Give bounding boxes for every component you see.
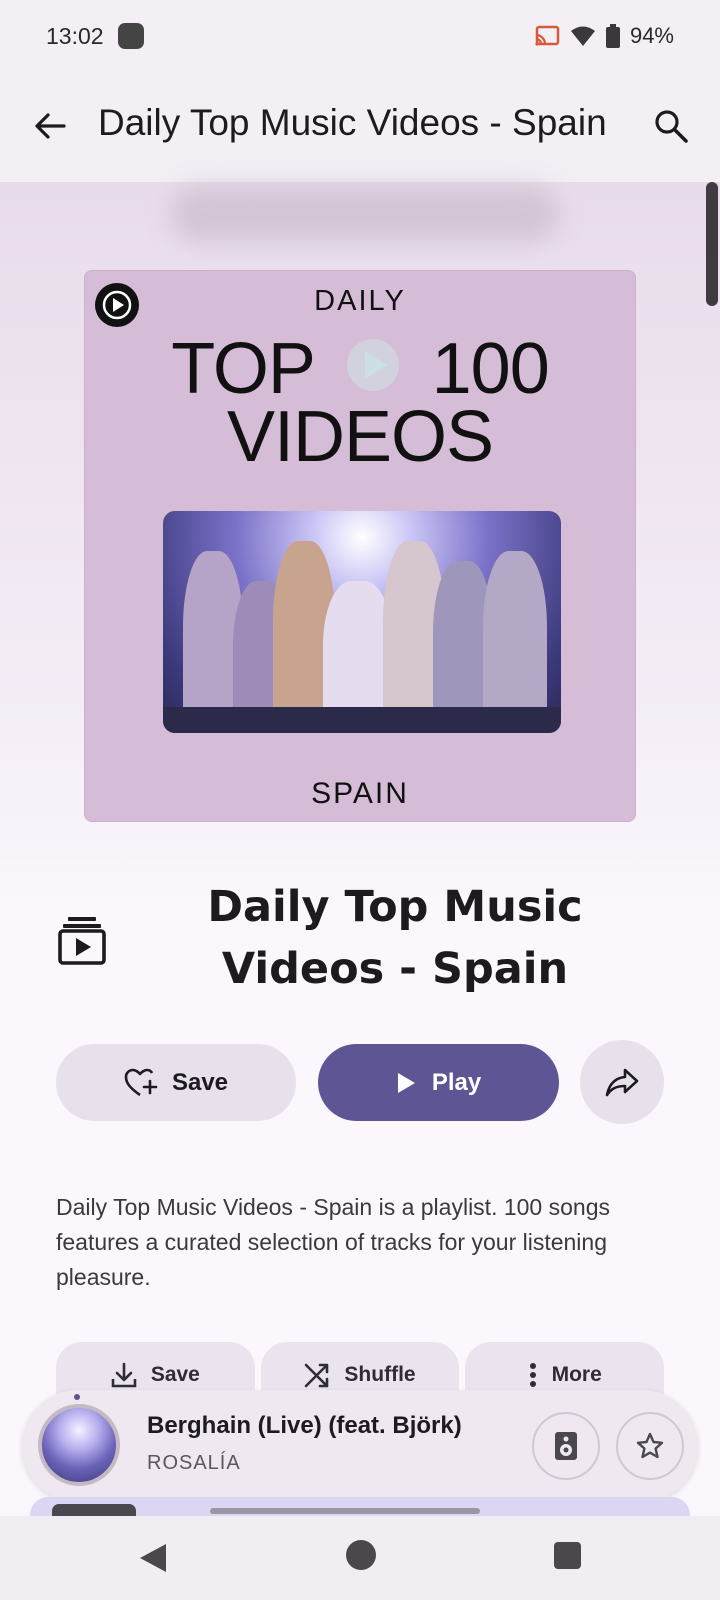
output-device-button[interactable] (532, 1412, 600, 1480)
share-icon (605, 1068, 639, 1097)
shuffle-icon (305, 1363, 329, 1388)
cover-headline-line1: TOP 100 (85, 333, 635, 405)
playlist-description: Daily Top Music Videos - Spain is a play… (56, 1194, 610, 1290)
now-playing-track-title: Berghain (Live) (feat. Björk) (147, 1412, 462, 1439)
nav-home-icon[interactable] (346, 1540, 376, 1570)
cover-play-logo-icon (346, 339, 399, 391)
system-nav-bar (0, 1516, 720, 1600)
playlist-title: Daily Top Music Videos - Spain (207, 882, 583, 994)
playlist-play-icon (58, 917, 106, 965)
status-time: 13:02 (46, 22, 104, 49)
screen-record-icon (117, 23, 144, 49)
heart-add-icon (124, 1068, 158, 1096)
scrollbar-thumb[interactable] (706, 182, 718, 306)
more-vert-icon (529, 1363, 536, 1387)
save-button[interactable]: Save (56, 1044, 296, 1121)
play-button-label: Play (431, 1068, 482, 1096)
progress-indicator-dot (74, 1394, 80, 1400)
bottom-sheet-peek-text (210, 1508, 480, 1514)
mini-player[interactable]: Berghain (Live) (feat. Björk) ROSALÍA (22, 1390, 698, 1502)
more-chip-label: More (551, 1363, 602, 1386)
download-chip-label: Save (150, 1363, 200, 1386)
back-arrow-icon[interactable] (30, 106, 70, 146)
star-icon (636, 1432, 664, 1459)
cast-icon (535, 25, 560, 46)
save-button-label: Save (171, 1068, 229, 1096)
nav-back-icon[interactable] (138, 1542, 168, 1574)
share-button[interactable] (580, 1040, 664, 1124)
cover-concert-photo (163, 511, 561, 733)
favorite-button[interactable] (616, 1412, 684, 1480)
download-icon (111, 1362, 137, 1388)
app-bar: Daily Top Music Videos - Spain (0, 72, 720, 182)
app-bar-title: Daily Top Music Videos - Spain (98, 102, 607, 143)
play-button[interactable]: Play (318, 1044, 559, 1121)
playlist-cover-art: DAILY TOP 100 VIDEOS SPAIN (84, 270, 636, 822)
search-icon[interactable] (651, 106, 691, 146)
now-playing-artwork (38, 1404, 120, 1486)
play-icon (397, 1072, 415, 1093)
speaker-icon (555, 1432, 577, 1460)
blurred-header-background (170, 186, 560, 242)
status-icons: 94% (534, 23, 674, 49)
cover-videos-text: VIDEOS (226, 397, 494, 477)
shuffle-chip-label: Shuffle (344, 1363, 416, 1386)
cover-country-label: SPAIN (311, 777, 409, 810)
battery-icon (605, 24, 620, 48)
battery-level: 94% (629, 23, 674, 48)
status-bar: 13:02 94% (0, 0, 720, 72)
cover-daily-label: DAILY (314, 285, 406, 317)
wifi-icon (570, 26, 595, 46)
now-playing-artist: ROSALÍA (147, 1452, 241, 1474)
nav-recents-icon[interactable] (554, 1542, 581, 1569)
